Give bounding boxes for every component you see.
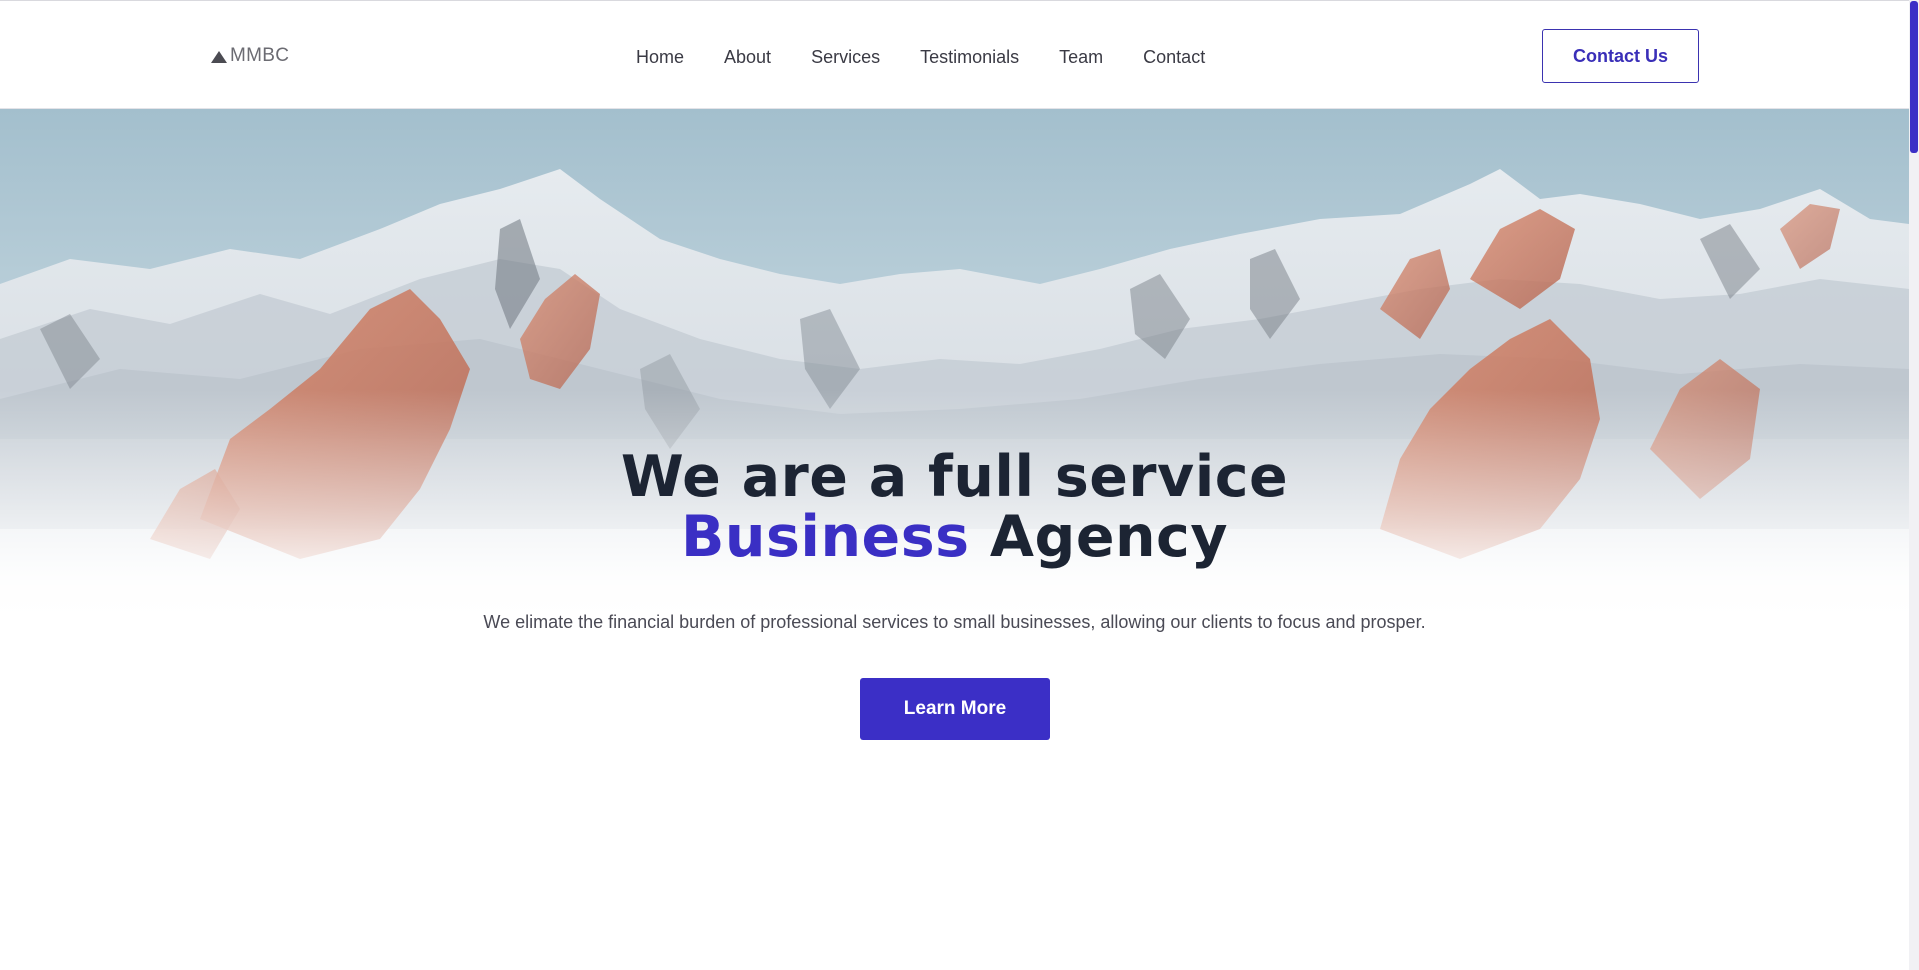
nav-item-testimonials[interactable]: Testimonials: [920, 47, 1019, 68]
hero-title: We are a full service Business Agency: [0, 447, 1909, 567]
main-nav: Home About Services Testimonials Team Co…: [636, 45, 1205, 69]
nav-item-services[interactable]: Services: [811, 47, 880, 68]
nav-item-team[interactable]: Team: [1059, 47, 1103, 68]
nav-item-contact[interactable]: Contact: [1143, 47, 1205, 68]
page: MMBC Home About Services Testimonials Te…: [0, 0, 1919, 970]
site-header: MMBC Home About Services Testimonials Te…: [0, 0, 1909, 109]
brand-logo-text: MMBC: [230, 45, 290, 66]
hero-title-accent: Business: [680, 504, 970, 570]
hero-subtitle: We elimate the financial burden of profe…: [483, 612, 1426, 632]
nav-item-about[interactable]: About: [724, 47, 771, 68]
hero-title-end: Agency: [969, 504, 1229, 570]
hero-title-line1: We are a full service: [620, 444, 1289, 510]
page-scrollbar[interactable]: [1909, 0, 1919, 970]
mountain-triangle-icon: [211, 50, 227, 63]
learn-more-button[interactable]: Learn More: [860, 678, 1050, 740]
contact-us-button[interactable]: Contact Us: [1542, 29, 1699, 83]
scrollbar-thumb[interactable]: [1910, 1, 1918, 153]
brand-logo[interactable]: MMBC: [211, 45, 289, 67]
nav-item-home[interactable]: Home: [636, 47, 684, 68]
